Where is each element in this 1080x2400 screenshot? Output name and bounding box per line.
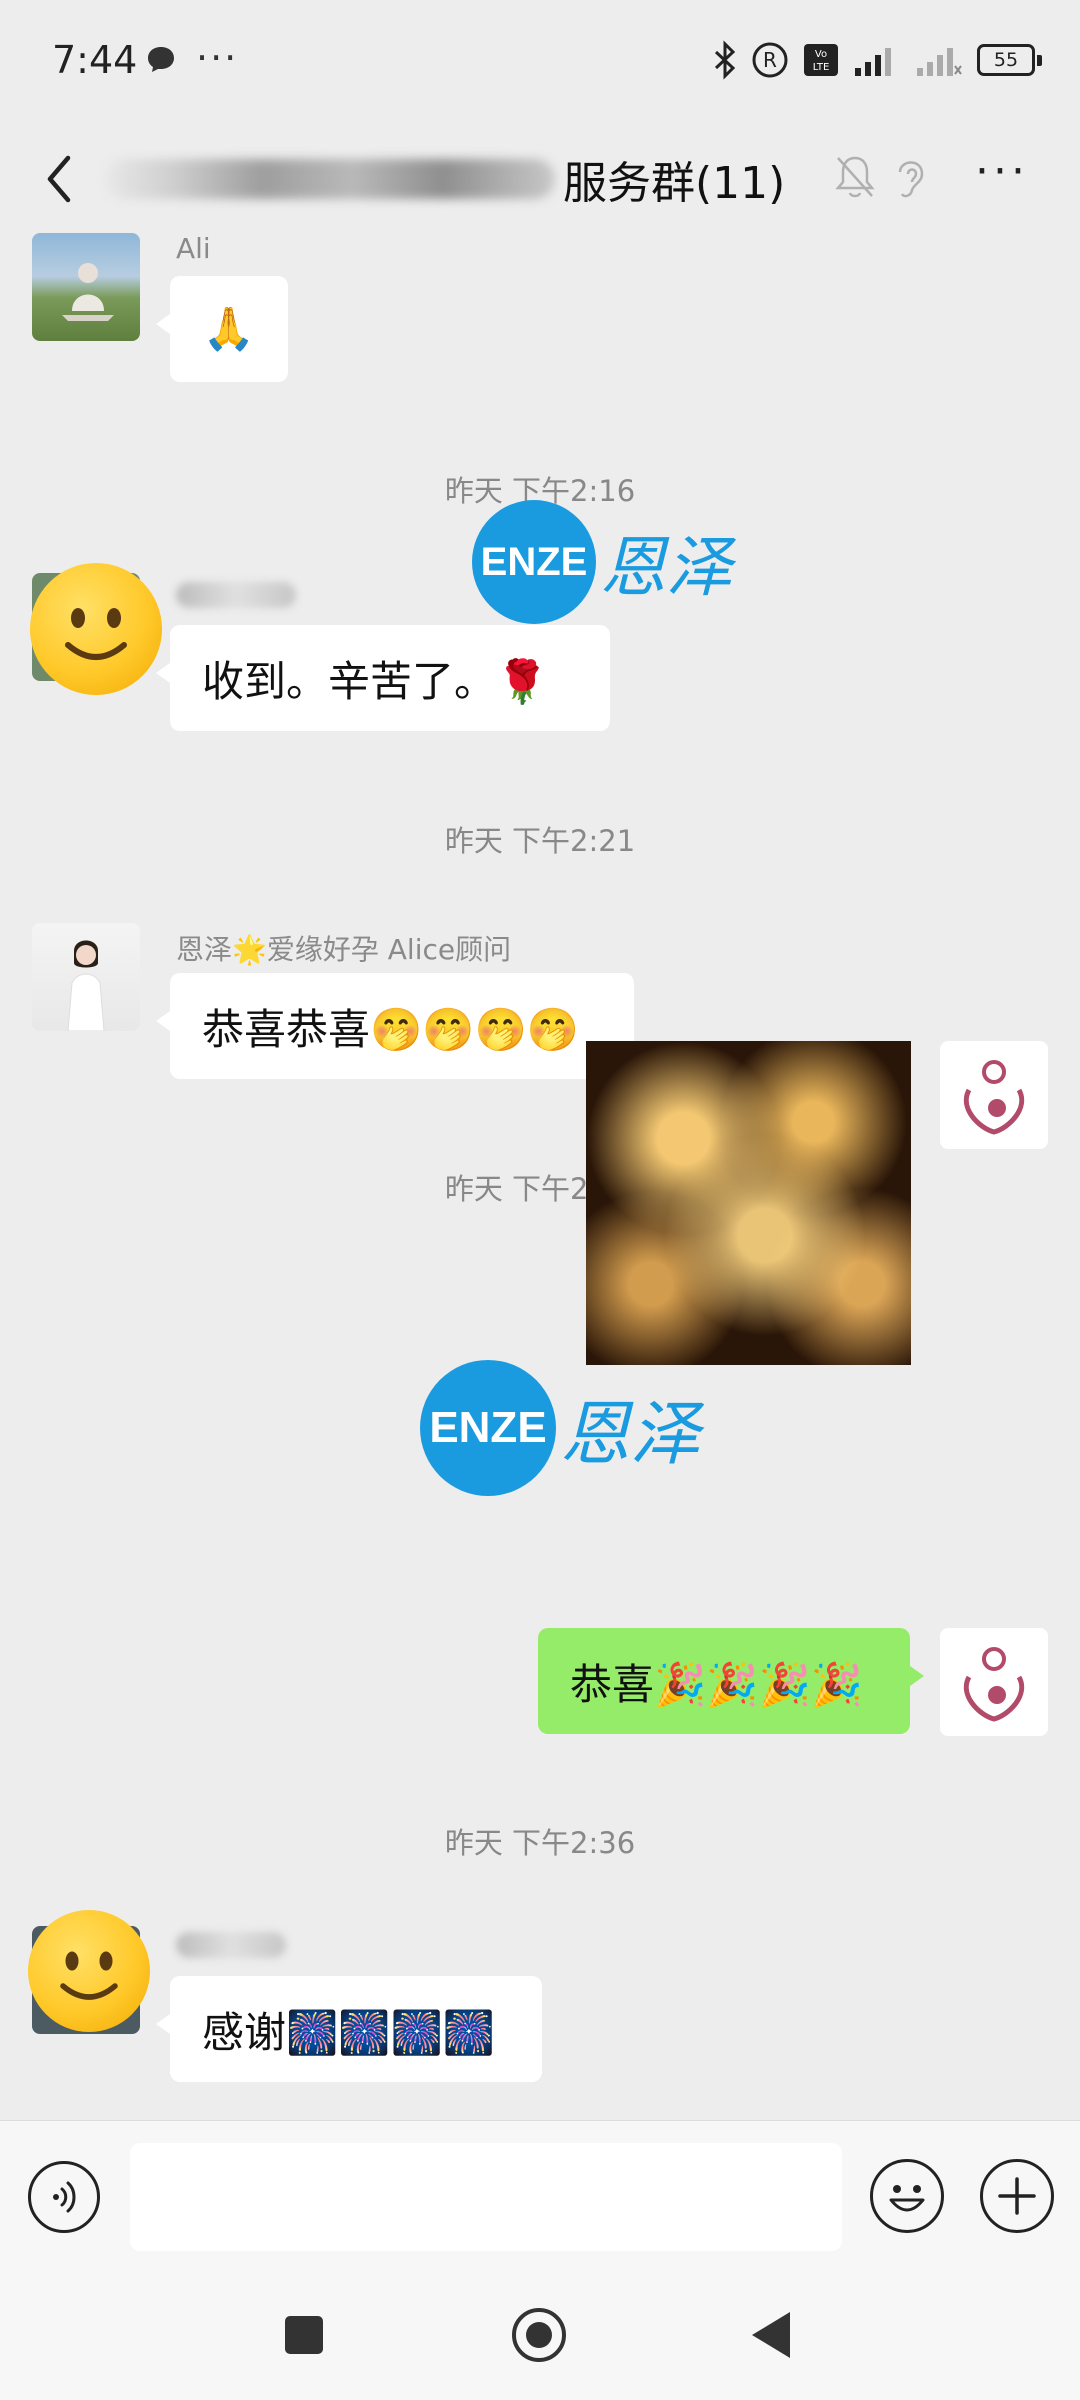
timestamp: 昨天 下午2:30 — [444, 1172, 636, 1206]
signal-icon — [855, 48, 891, 76]
sender-name: Ali — [176, 232, 211, 265]
more-functions-button[interactable] — [980, 2159, 1054, 2233]
watermark-text: 恩泽 — [560, 1392, 700, 1475]
chat-bubble-icon — [148, 47, 174, 72]
smiley-face-icon — [889, 2185, 925, 2212]
watermark-text: 恩泽 — [600, 529, 732, 606]
avatar-self[interactable] — [940, 1628, 1048, 1736]
chat-header: 服务群(11) ··· — [0, 130, 1080, 230]
emoji-smiley-overlay — [30, 563, 162, 695]
voice-input-button[interactable] — [28, 2161, 100, 2233]
sender-name: 恩泽🌟爱缘好孕 Alice顾问 — [176, 933, 512, 966]
chat-messages[interactable]: Ali 🙏 昨天 下午2:16 收到。辛苦了。🌹 ENZE 恩泽 昨天 下午2:… — [0, 230, 1080, 2120]
message-input[interactable] — [130, 2143, 842, 2251]
more-options-icon[interactable]: ··· — [975, 150, 1035, 202]
battery-level: 55 — [977, 44, 1035, 76]
watermark-logo: ENZE — [420, 1360, 556, 1496]
blurred-sender-name — [176, 1932, 286, 1958]
svg-text:R: R — [763, 48, 777, 72]
enze-watermark: ENZE 恩泽 — [420, 1360, 700, 1496]
home-icon[interactable] — [512, 2308, 566, 2362]
status-right-icons: R Vo LTE 55 — [713, 38, 1042, 82]
blurred-sender-name — [176, 582, 296, 608]
registered-icon: R — [752, 42, 788, 78]
heart-mother-baby-logo-icon — [963, 1647, 1025, 1722]
avatar-alice[interactable] — [32, 923, 140, 1031]
emoji-button[interactable] — [870, 2159, 944, 2233]
avatar-self[interactable] — [940, 1041, 1048, 1149]
avatar-person-icon — [62, 263, 114, 321]
more-dots-icon: ··· — [196, 36, 239, 80]
svg-text:LTE: LTE — [813, 62, 830, 73]
message-bubble-sent[interactable]: 恭喜🎉🎉🎉🎉 — [538, 1628, 924, 1734]
signal-weak-icon — [917, 48, 962, 76]
plus-icon — [998, 2177, 1036, 2215]
message-bubble[interactable]: 收到。辛苦了。🌹 — [156, 625, 610, 731]
avatar-person-icon — [67, 940, 105, 1031]
watermark-logo: ENZE — [472, 500, 596, 624]
mute-bell-icon — [835, 156, 875, 198]
message-bubble[interactable]: 🙏 — [156, 276, 288, 382]
voice-wave-icon — [53, 2181, 76, 2213]
enze-watermark: ENZE 恩泽 — [472, 500, 732, 624]
bluetooth-icon — [714, 40, 736, 80]
timestamp: 昨天 下午2:21 — [444, 824, 636, 858]
timestamp: 昨天 下午2:36 — [444, 1826, 636, 1860]
message-bubble[interactable]: 恭喜恭喜🤭🤭🤭🤭 — [156, 973, 634, 1079]
heart-mother-baby-logo-icon — [963, 1060, 1025, 1135]
nav-back-icon[interactable] — [752, 2312, 790, 2358]
chat-title: 服务群(11) — [105, 144, 785, 214]
message-bubble[interactable]: 感谢🎆🎆🎆🎆 — [156, 1976, 542, 2082]
chat-title-text: 服务群(11) — [563, 158, 786, 209]
recent-apps-icon[interactable] — [285, 2316, 323, 2354]
blurred-title-part — [105, 159, 555, 199]
battery-icon: 55 — [977, 44, 1042, 76]
avatar-ali[interactable] — [32, 233, 140, 341]
fireworks-image[interactable] — [586, 1041, 911, 1365]
ear-icon — [898, 161, 924, 198]
emoji-smiley-overlay — [28, 1910, 150, 2032]
svg-text:Vo: Vo — [815, 49, 827, 60]
input-bar — [0, 2120, 1080, 2271]
system-nav-bar — [0, 2270, 1080, 2400]
back-arrow-icon[interactable] — [34, 144, 94, 214]
status-time: 7:44 — [52, 38, 138, 82]
status-bar: 7:44 ··· R Vo LTE 55 — [0, 0, 1080, 130]
volte-icon: Vo LTE — [804, 44, 838, 76]
